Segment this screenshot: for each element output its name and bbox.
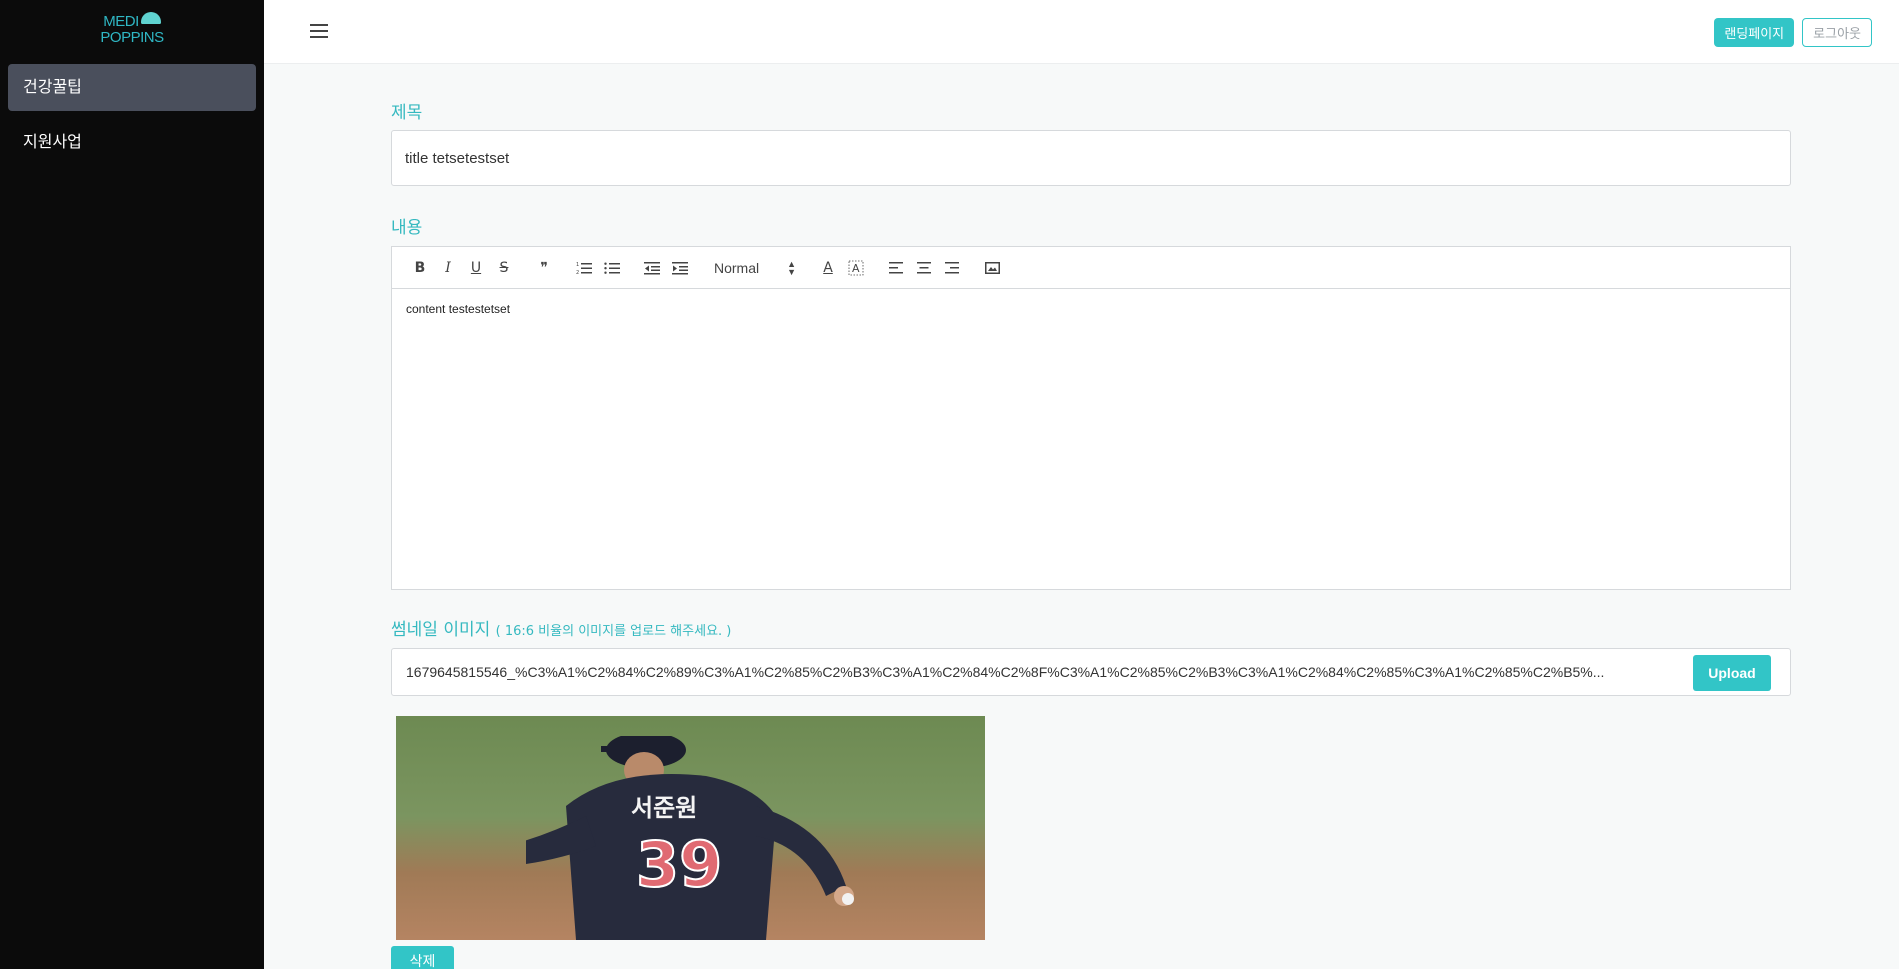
align-left-icon[interactable] (882, 256, 910, 280)
background-color-icon[interactable]: A (842, 256, 870, 280)
jersey-number: 39 (636, 828, 722, 901)
header-actions: 랜딩페이지 로그아웃 (1714, 18, 1872, 47)
content-label: 내용 (391, 218, 423, 238)
heading-select-value: Normal (714, 259, 760, 276)
landing-page-button[interactable]: 랜딩페이지 (1714, 18, 1795, 47)
heading-select[interactable]: Normal ▲ ▼ (706, 256, 802, 280)
bold-button[interactable]: B (406, 256, 434, 280)
logo-line-2: POPPINS (100, 29, 164, 46)
bullet-list-icon[interactable] (598, 256, 626, 280)
delete-image-button[interactable]: 삭제 (391, 946, 454, 969)
sidebar-item-health-tips[interactable]: 건강꿀팁 (8, 64, 256, 111)
svg-text:1: 1 (576, 262, 579, 268)
thumbnail-hint: ( 16:6 비율의 이미지를 업로드 해주세요. ) (495, 624, 732, 639)
pitcher-photo: 서준원 39 (526, 736, 854, 940)
uploaded-file-name: 1679645815546_%C3%A1%C2%84%C2%89%C3%A1%C… (406, 664, 1605, 680)
title-label: 제목 (391, 103, 423, 123)
sidebar-item-support-programs[interactable]: 지원사업 (8, 119, 256, 166)
rich-text-editor: B I U S ❞ 12 Normal ▲ ▼ A A content test… (391, 246, 1791, 590)
align-right-icon[interactable] (938, 256, 966, 280)
thumbnail-label: 썸네일 이미지 ( 16:6 비율의 이미지를 업로드 해주세요. ) (391, 615, 731, 640)
sidebar-nav: 건강꿀팁 지원사업 (0, 60, 264, 178)
italic-button[interactable]: I (434, 256, 462, 280)
blockquote-icon[interactable]: ❞ (530, 256, 558, 280)
insert-image-icon[interactable] (978, 256, 1006, 280)
logout-button[interactable]: 로그아웃 (1802, 18, 1872, 47)
svg-text:A: A (852, 262, 860, 275)
logo[interactable]: MEDI POPPINS (0, 0, 264, 60)
outdent-icon[interactable] (638, 256, 666, 280)
umbrella-icon (140, 12, 161, 24)
title-input[interactable] (391, 130, 1791, 186)
editor-content[interactable]: content testestetset (392, 289, 1790, 589)
upload-button[interactable]: Upload (1693, 655, 1771, 691)
top-bar: 랜딩페이지 로그아웃 (264, 0, 1899, 64)
align-center-icon[interactable] (910, 256, 938, 280)
logo-text: MEDI POPPINS (100, 12, 164, 46)
hamburger-menu-icon[interactable] (310, 24, 328, 38)
thumbnail-label-text: 썸네일 이미지 (391, 620, 491, 640)
text-color-icon[interactable]: A (814, 256, 842, 280)
ordered-list-icon[interactable]: 12 (570, 256, 598, 280)
editor-toolbar: B I U S ❞ 12 Normal ▲ ▼ A A (392, 247, 1790, 289)
jersey-name: 서준원 (631, 794, 697, 822)
logo-line-1: MEDI (103, 13, 139, 30)
select-arrows-icon: ▲ ▼ (787, 258, 796, 277)
svg-text:2: 2 (576, 270, 579, 275)
sidebar: MEDI POPPINS 건강꿀팁 지원사업 (0, 0, 264, 969)
indent-icon[interactable] (666, 256, 694, 280)
file-upload-field: 1679645815546_%C3%A1%C2%84%C2%89%C3%A1%C… (391, 648, 1791, 696)
thumbnail-preview-image: 서준원 39 (396, 716, 985, 940)
underline-button[interactable]: U (462, 256, 490, 280)
strikethrough-button[interactable]: S (490, 256, 518, 280)
